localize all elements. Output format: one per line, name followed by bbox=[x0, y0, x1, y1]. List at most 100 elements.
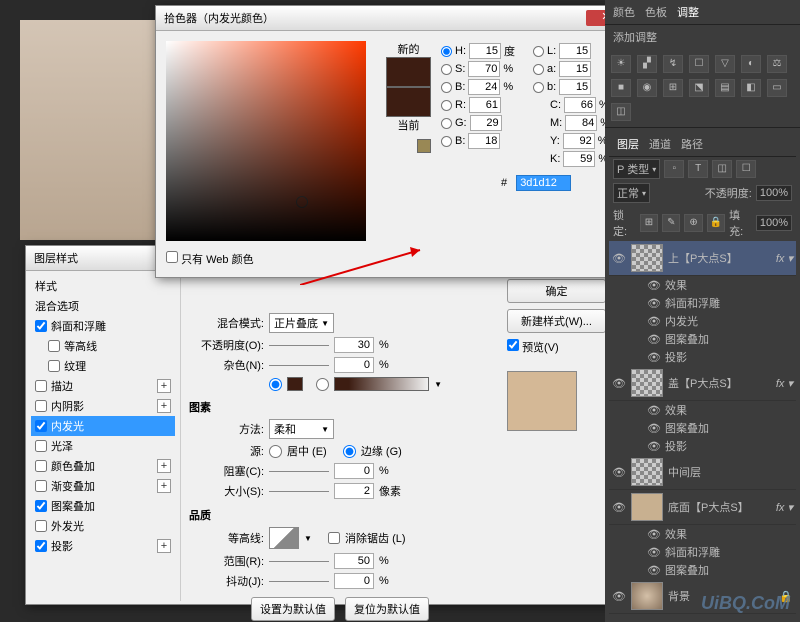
noise-input[interactable] bbox=[334, 357, 374, 373]
posterize-icon[interactable]: ▤ bbox=[715, 79, 735, 97]
vibrance-icon[interactable]: ▽ bbox=[715, 55, 735, 73]
h-input[interactable] bbox=[469, 43, 501, 59]
layer-row[interactable]: 👁中间层 bbox=[609, 455, 796, 490]
fx-badge[interactable]: fx ▾ bbox=[776, 501, 793, 514]
layer-row[interactable]: 👁盖【P大点S】fx ▾ bbox=[609, 366, 796, 401]
g-input[interactable] bbox=[470, 115, 502, 131]
tab-layers[interactable]: 图层 bbox=[617, 136, 639, 152]
effect-item[interactable]: 👁 图案叠加 bbox=[647, 419, 796, 437]
fx-badge[interactable]: fx ▾ bbox=[776, 252, 793, 265]
visibility-icon[interactable]: 👁 bbox=[612, 252, 626, 265]
effect-item[interactable]: 👁 图案叠加 bbox=[647, 561, 796, 579]
style-checkbox[interactable] bbox=[35, 420, 47, 432]
tab-color[interactable]: 颜色 bbox=[613, 4, 635, 20]
effects-header[interactable]: 👁 效果 bbox=[647, 276, 796, 294]
visibility-icon[interactable]: 👁 bbox=[612, 501, 626, 514]
blend-options-row[interactable]: 混合选项 bbox=[31, 296, 175, 316]
blend-mode-select[interactable]: 正片叠底▼ bbox=[269, 313, 334, 333]
gradient-radio[interactable] bbox=[316, 378, 329, 391]
style-checkbox[interactable] bbox=[35, 540, 47, 552]
jitter-input[interactable] bbox=[334, 573, 374, 589]
choke-slider[interactable] bbox=[269, 471, 329, 472]
style-item[interactable]: 光泽 bbox=[31, 436, 175, 456]
contour-picker[interactable] bbox=[269, 527, 299, 549]
effect-item[interactable]: 👁 图案叠加 bbox=[647, 330, 796, 348]
bb-radio[interactable] bbox=[441, 136, 452, 147]
range-input[interactable] bbox=[334, 553, 374, 569]
noise-slider[interactable] bbox=[269, 365, 329, 366]
visibility-icon[interactable]: 👁 bbox=[612, 466, 626, 479]
style-checkbox[interactable] bbox=[48, 360, 60, 372]
bb-input[interactable] bbox=[468, 133, 500, 149]
plus-icon[interactable]: + bbox=[157, 379, 171, 393]
tab-swatches[interactable]: 色板 bbox=[645, 4, 667, 20]
plus-icon[interactable]: + bbox=[157, 479, 171, 493]
style-item[interactable]: 纹理 bbox=[31, 356, 175, 376]
tab-paths[interactable]: 路径 bbox=[681, 136, 703, 152]
opacity-slider[interactable] bbox=[269, 345, 329, 346]
method-select[interactable]: 柔和▼ bbox=[269, 419, 334, 439]
layer-thumbnail[interactable] bbox=[631, 458, 663, 486]
l-input[interactable] bbox=[559, 43, 591, 59]
photo-filter-icon[interactable]: ◉ bbox=[637, 79, 657, 97]
m-input[interactable] bbox=[565, 115, 597, 131]
style-checkbox[interactable] bbox=[35, 380, 47, 392]
size-input[interactable] bbox=[334, 483, 374, 499]
a-radio[interactable] bbox=[533, 64, 544, 75]
make-default-button[interactable]: 设置为默认值 bbox=[251, 597, 335, 621]
blend-mode-select[interactable]: 正常 ▾ bbox=[613, 183, 650, 203]
reset-default-button[interactable]: 复位为默认值 bbox=[345, 597, 429, 621]
layer-thumbnail[interactable] bbox=[631, 244, 663, 272]
antialias-checkbox[interactable] bbox=[328, 532, 340, 544]
warning-icon[interactable] bbox=[417, 139, 431, 153]
style-checkbox[interactable] bbox=[35, 460, 47, 472]
brightness-icon[interactable]: ☀ bbox=[611, 55, 631, 73]
l-radio[interactable] bbox=[533, 46, 544, 57]
style-item[interactable]: 内阴影+ bbox=[31, 396, 175, 416]
opacity-value[interactable]: 100% bbox=[756, 185, 792, 201]
h-radio[interactable] bbox=[441, 46, 452, 57]
style-checkbox[interactable] bbox=[35, 320, 47, 332]
lock-icon[interactable]: ⊕ bbox=[684, 214, 702, 232]
balance-icon[interactable]: ⚖ bbox=[767, 55, 787, 73]
style-item[interactable]: 外发光 bbox=[31, 516, 175, 536]
style-checkbox[interactable] bbox=[35, 400, 47, 412]
filter-icon[interactable]: T bbox=[688, 160, 708, 178]
lock-icon[interactable]: ⊞ bbox=[640, 214, 658, 232]
fx-badge[interactable]: fx ▾ bbox=[776, 377, 793, 390]
color-radio[interactable] bbox=[269, 378, 282, 391]
style-item[interactable]: 图案叠加 bbox=[31, 496, 175, 516]
levels-icon[interactable]: ▞ bbox=[637, 55, 657, 73]
layer-thumbnail[interactable] bbox=[631, 493, 663, 521]
c-input[interactable] bbox=[564, 97, 596, 113]
kind-filter[interactable]: P 类型 ▾ bbox=[613, 159, 660, 179]
glow-color-swatch[interactable] bbox=[287, 377, 303, 391]
layer-thumbnail[interactable] bbox=[631, 369, 663, 397]
effect-item[interactable]: 👁 投影 bbox=[647, 348, 796, 366]
web-only-checkbox[interactable] bbox=[166, 251, 178, 263]
gradient-preview[interactable] bbox=[334, 377, 429, 391]
exposure-icon[interactable]: ☐ bbox=[689, 55, 709, 73]
style-item[interactable]: 等高线 bbox=[31, 336, 175, 356]
style-item[interactable]: 颜色叠加+ bbox=[31, 456, 175, 476]
style-checkbox[interactable] bbox=[35, 440, 47, 452]
choke-input[interactable] bbox=[334, 463, 374, 479]
filter-icon[interactable]: ☐ bbox=[736, 160, 756, 178]
new-style-button[interactable]: 新建样式(W)... bbox=[507, 309, 606, 333]
b2-input[interactable] bbox=[559, 79, 591, 95]
saturation-field[interactable] bbox=[166, 41, 366, 241]
layer-row[interactable]: 👁底面【P大点S】fx ▾ bbox=[609, 490, 796, 525]
preview-checkbox-row[interactable]: 预览(V) bbox=[507, 339, 606, 355]
b2-radio[interactable] bbox=[533, 82, 544, 93]
mixer-icon[interactable]: ⊞ bbox=[663, 79, 683, 97]
style-item[interactable]: 斜面和浮雕 bbox=[31, 316, 175, 336]
ok-button[interactable]: 确定 bbox=[507, 279, 606, 303]
hex-input[interactable] bbox=[516, 175, 571, 191]
fill-value[interactable]: 100% bbox=[756, 215, 792, 231]
style-checkbox[interactable] bbox=[35, 500, 47, 512]
visibility-icon[interactable]: 👁 bbox=[612, 377, 626, 390]
y-input[interactable] bbox=[563, 133, 595, 149]
effect-item[interactable]: 👁 斜面和浮雕 bbox=[647, 294, 796, 312]
style-item[interactable]: 内发光 bbox=[31, 416, 175, 436]
b-radio[interactable] bbox=[441, 82, 452, 93]
